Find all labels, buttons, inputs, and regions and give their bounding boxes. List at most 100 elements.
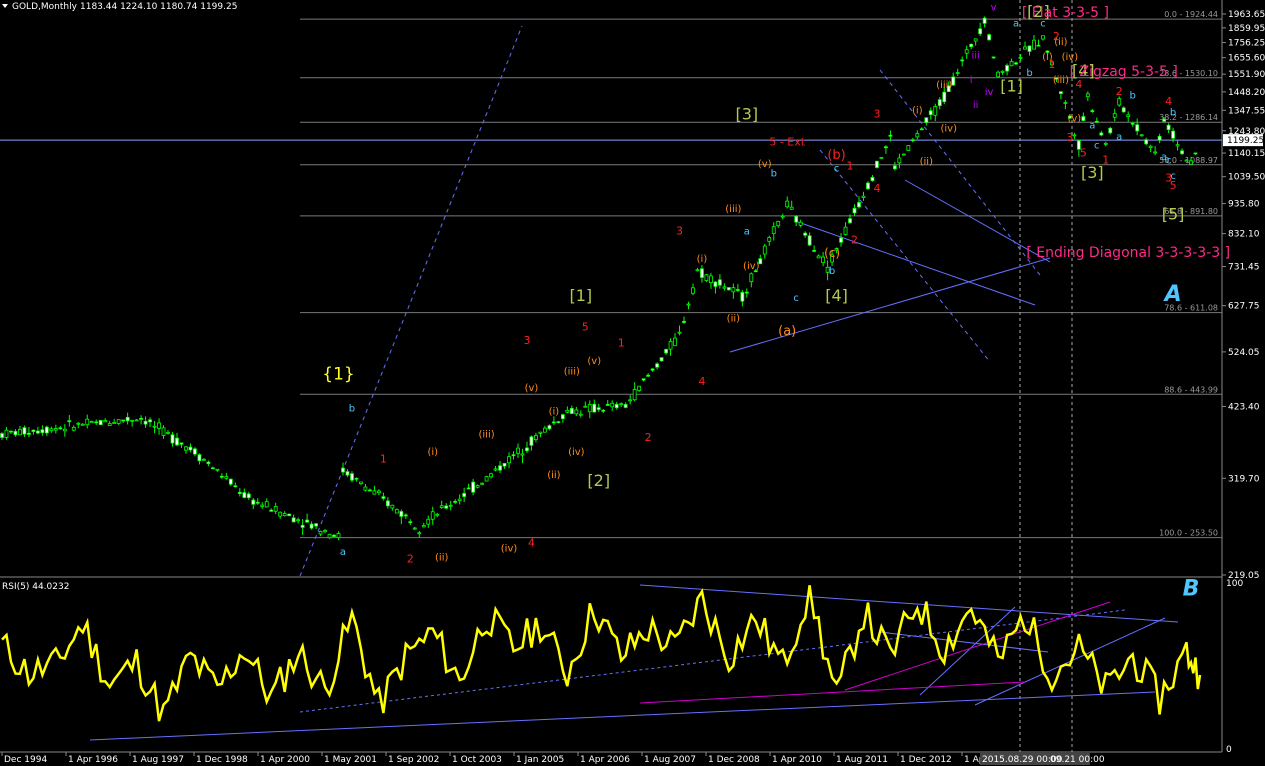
candle-body [143, 420, 148, 425]
candle-body [1117, 98, 1122, 106]
candle-body [116, 419, 121, 424]
candle-body [960, 59, 965, 62]
candle-body [385, 500, 390, 507]
y-tick-label: 1551.90 [1228, 70, 1265, 80]
candle-body [942, 91, 947, 103]
candle-body [789, 206, 794, 210]
wave-label: [ Ending Diagonal 3-3-3-3-3 ] [1026, 245, 1230, 261]
candle-body [547, 425, 552, 430]
dropdown-arrow-icon[interactable] [2, 4, 8, 8]
candle-body [937, 99, 942, 107]
wave-label: iv [985, 87, 994, 98]
candle-body [193, 448, 197, 455]
y-tick-label: 1140.15 [1228, 149, 1265, 159]
candle-body [202, 458, 206, 461]
candle-body [484, 476, 489, 482]
rsi-tick-label: 100 [1226, 579, 1243, 589]
candle-body [915, 133, 920, 138]
candle-body [242, 492, 247, 498]
wave-label: b [1130, 91, 1136, 102]
candle-body [273, 506, 278, 512]
fib-label: 0.0 - 1924.44 [1164, 10, 1218, 19]
candle-body [857, 202, 861, 208]
candle-body [798, 221, 803, 226]
wave-label: (ii) [920, 157, 933, 168]
candle-body [816, 255, 821, 259]
x-tick-label: 1 Jan 2005 [516, 755, 564, 765]
wave-label: (iii) [479, 429, 495, 440]
candle-body [933, 106, 938, 116]
y-tick-label: 731.45 [1228, 263, 1260, 273]
candle-body [507, 456, 511, 464]
candle-body [85, 418, 90, 426]
candle-body [35, 430, 40, 434]
wave-label: 3 [873, 108, 880, 121]
fib-label: 100.0 - 253.50 [1159, 529, 1218, 538]
candle-body [219, 475, 224, 478]
x-tick-label: 1 Dec 2012 [900, 755, 952, 765]
candle-body [1135, 124, 1140, 132]
candle-body [376, 490, 381, 494]
wave-label: (iv) [568, 447, 585, 458]
candle-body [991, 56, 996, 59]
candle-body [493, 468, 498, 471]
x-tick-label: 1 Apr 1996 [68, 755, 118, 765]
candle-body [233, 485, 238, 488]
y-tick-label: 1347.55 [1228, 106, 1265, 116]
y-tick-label: 1039.50 [1228, 173, 1265, 183]
candle-body [525, 447, 529, 452]
wave-label: 1 [618, 337, 625, 350]
rsi-line [1, 585, 1202, 722]
candle-body [161, 427, 166, 436]
candle-body [641, 378, 646, 381]
candle-body [655, 363, 659, 368]
candle-body [453, 500, 458, 503]
y-tick-label: 1448.20 [1228, 88, 1265, 98]
wave-label: (c) [824, 246, 840, 260]
wave-label: 4 [528, 536, 535, 549]
candle-body [866, 182, 870, 190]
candle-body [892, 165, 897, 170]
wave-label: a [744, 226, 750, 237]
candle-body [1103, 142, 1108, 145]
candle-body [1023, 46, 1027, 50]
candle-body [529, 436, 534, 446]
candle-body [879, 156, 884, 159]
candle-body [157, 422, 161, 429]
y-tick-label: 1963.65 [1228, 10, 1265, 20]
candle-body [103, 420, 108, 423]
candle-body [9, 430, 13, 433]
candle-body [1153, 151, 1158, 154]
candle-body [928, 110, 933, 116]
candle-body [560, 414, 565, 420]
candle-body [650, 368, 655, 371]
candle-body [228, 478, 233, 485]
candle-body [80, 423, 85, 426]
candle-body [987, 34, 992, 41]
candle-body [426, 518, 431, 525]
candle-body [215, 468, 220, 471]
candle-body [403, 514, 408, 517]
candle-body [686, 303, 691, 306]
y-tick-label: 1655.60 [1228, 54, 1265, 64]
candle-body [623, 404, 628, 408]
candle-body [1175, 144, 1180, 147]
rsi-magenta-line-1 [844, 601, 1111, 691]
y-tick-label: 832.10 [1228, 230, 1260, 240]
wave-label: (i) [912, 106, 923, 117]
candle-body [664, 348, 668, 354]
wave-label: [1] [1000, 77, 1023, 96]
candle-body [632, 389, 637, 401]
candle-body [969, 43, 974, 48]
candle-body [1162, 118, 1167, 122]
candle-body [58, 427, 63, 430]
candle-body [390, 504, 395, 509]
wave-label: 5 - Ext [769, 135, 805, 148]
candle-body [583, 405, 588, 408]
candle-body [71, 426, 76, 431]
rsi-wave-label: B [1183, 576, 1200, 601]
candle-body [49, 428, 54, 432]
y-tick-label: 423.40 [1228, 402, 1260, 412]
wave-label: 5 [1170, 179, 1177, 192]
fib-label: 88.6 - 443.99 [1164, 385, 1218, 394]
